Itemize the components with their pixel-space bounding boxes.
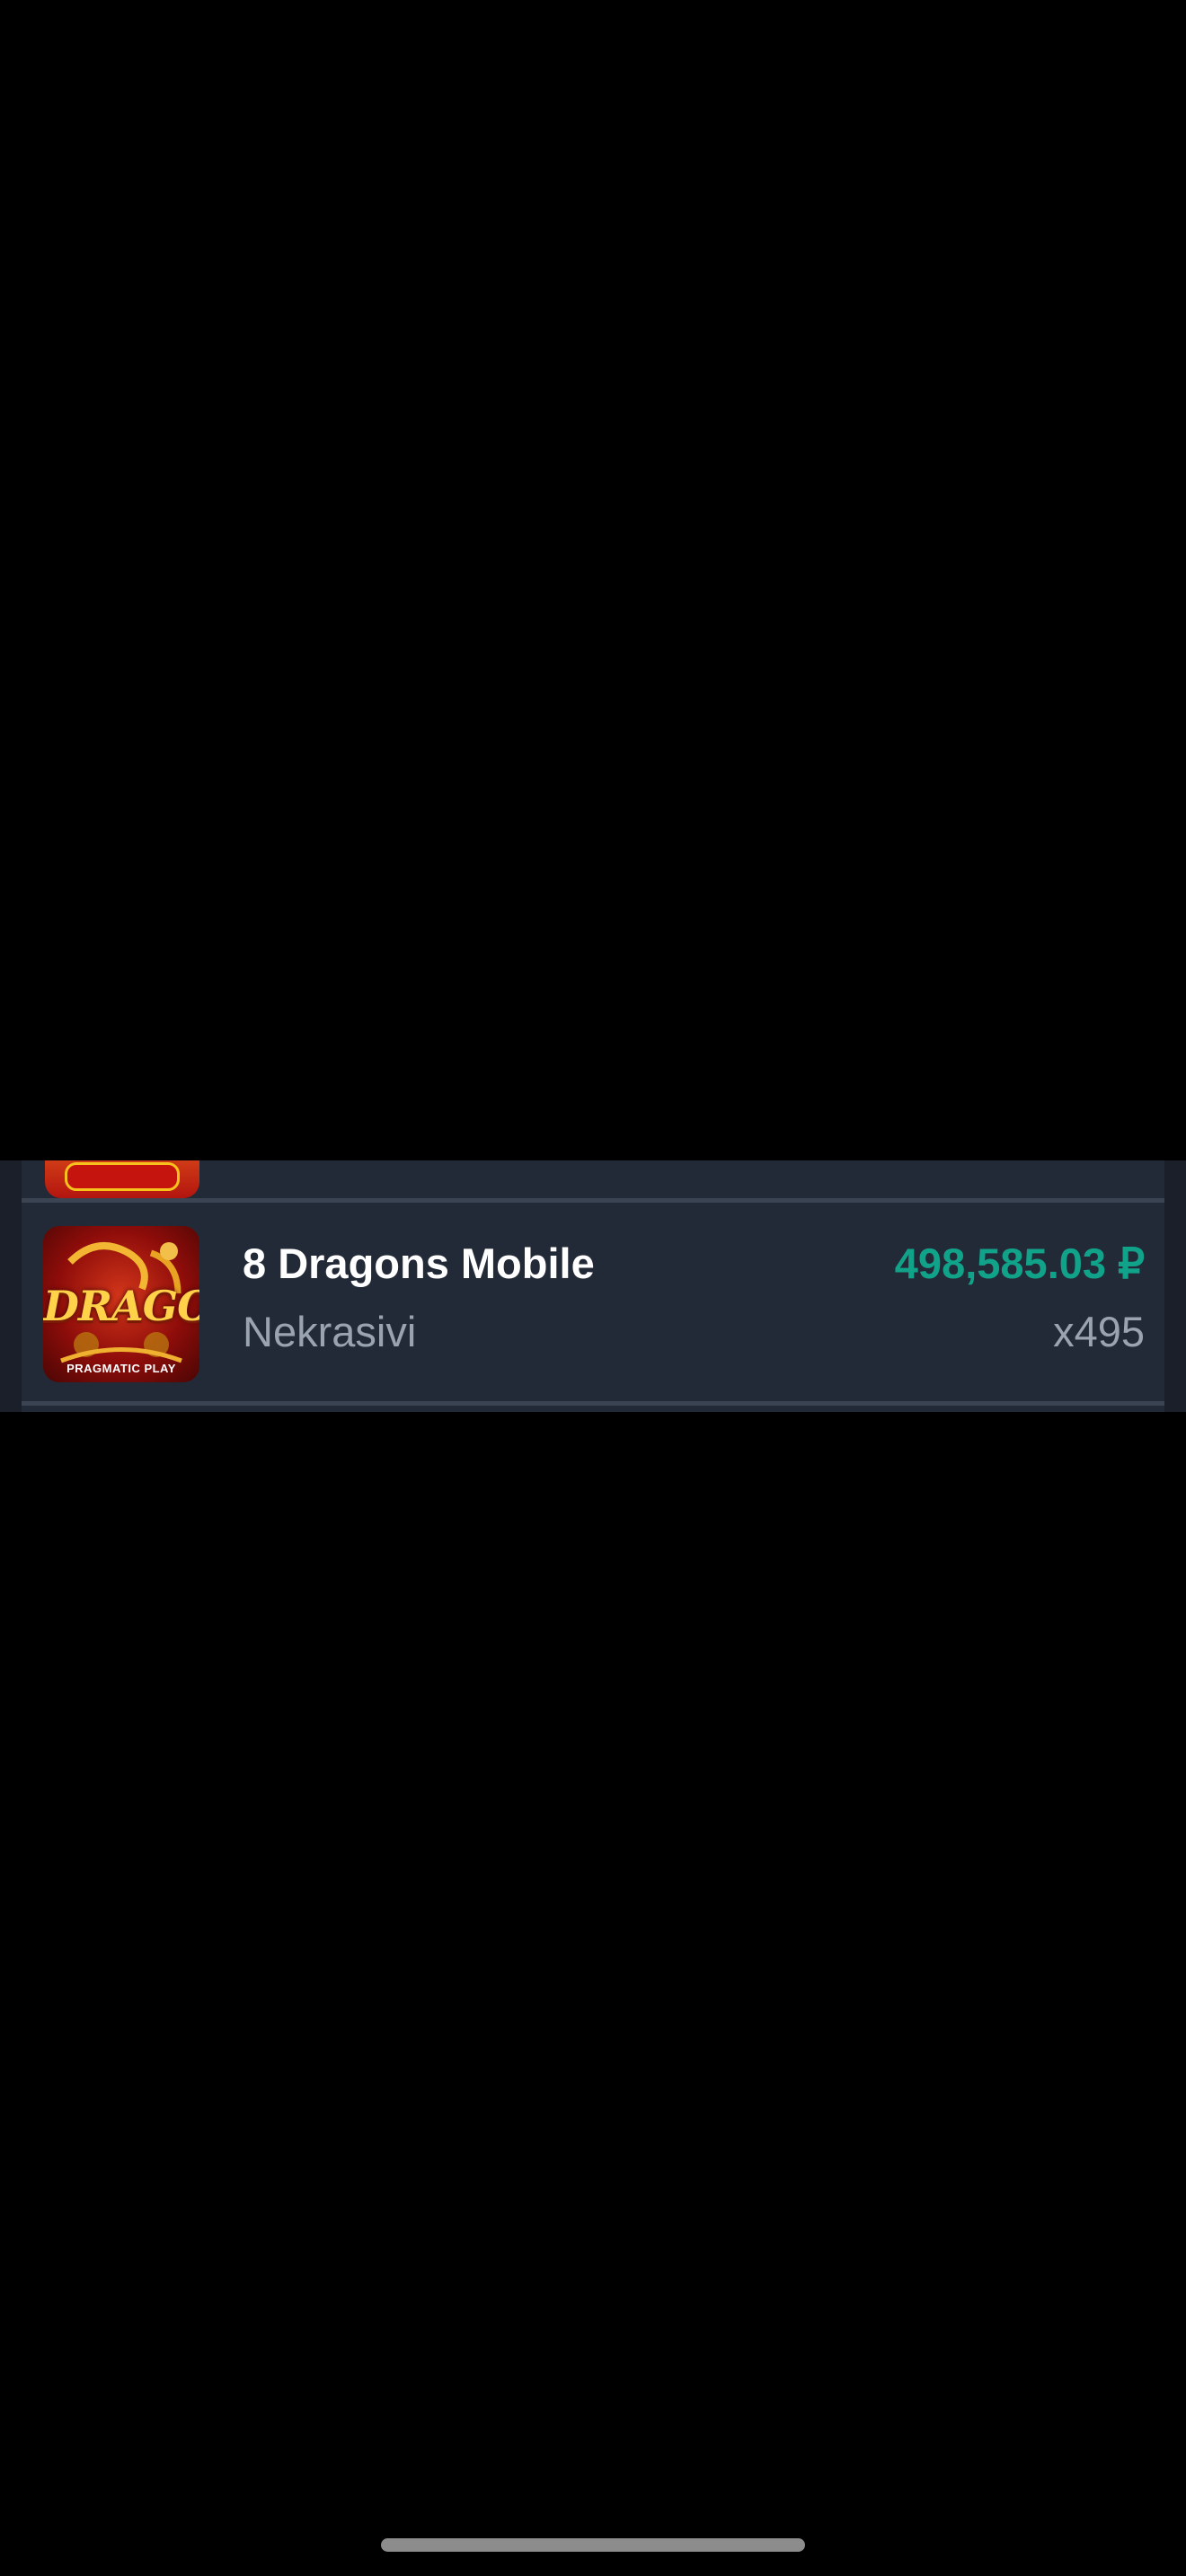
previous-win-row[interactable] [22,1160,1164,1198]
recent-wins-feed: DRAGONS PRAGMATIC PLAY 8 Dragons Mobile … [0,1160,1186,1412]
previous-game-thumbnail-banner [65,1162,180,1191]
player-name: Nekrasivi [243,1308,417,1355]
game-title[interactable]: 8 Dragons Mobile [243,1239,595,1288]
previous-game-thumbnail [45,1160,199,1198]
win-row[interactable]: DRAGONS PRAGMATIC PLAY 8 Dragons Mobile … [22,1203,1164,1401]
home-indicator-bar[interactable] [381,2538,805,2552]
game-thumbnail[interactable]: DRAGONS PRAGMATIC PLAY [43,1226,199,1382]
win-multiplier: x495 [1053,1308,1145,1355]
row-divider [22,1401,1164,1406]
game-thumbnail-logo: DRAGONS [43,1282,199,1330]
win-amount: 498,585.03 ₽ [894,1239,1145,1287]
game-thumbnail-provider: PRAGMATIC PLAY [66,1362,176,1375]
wins-list: DRAGONS PRAGMATIC PLAY 8 Dragons Mobile … [22,1160,1164,1412]
